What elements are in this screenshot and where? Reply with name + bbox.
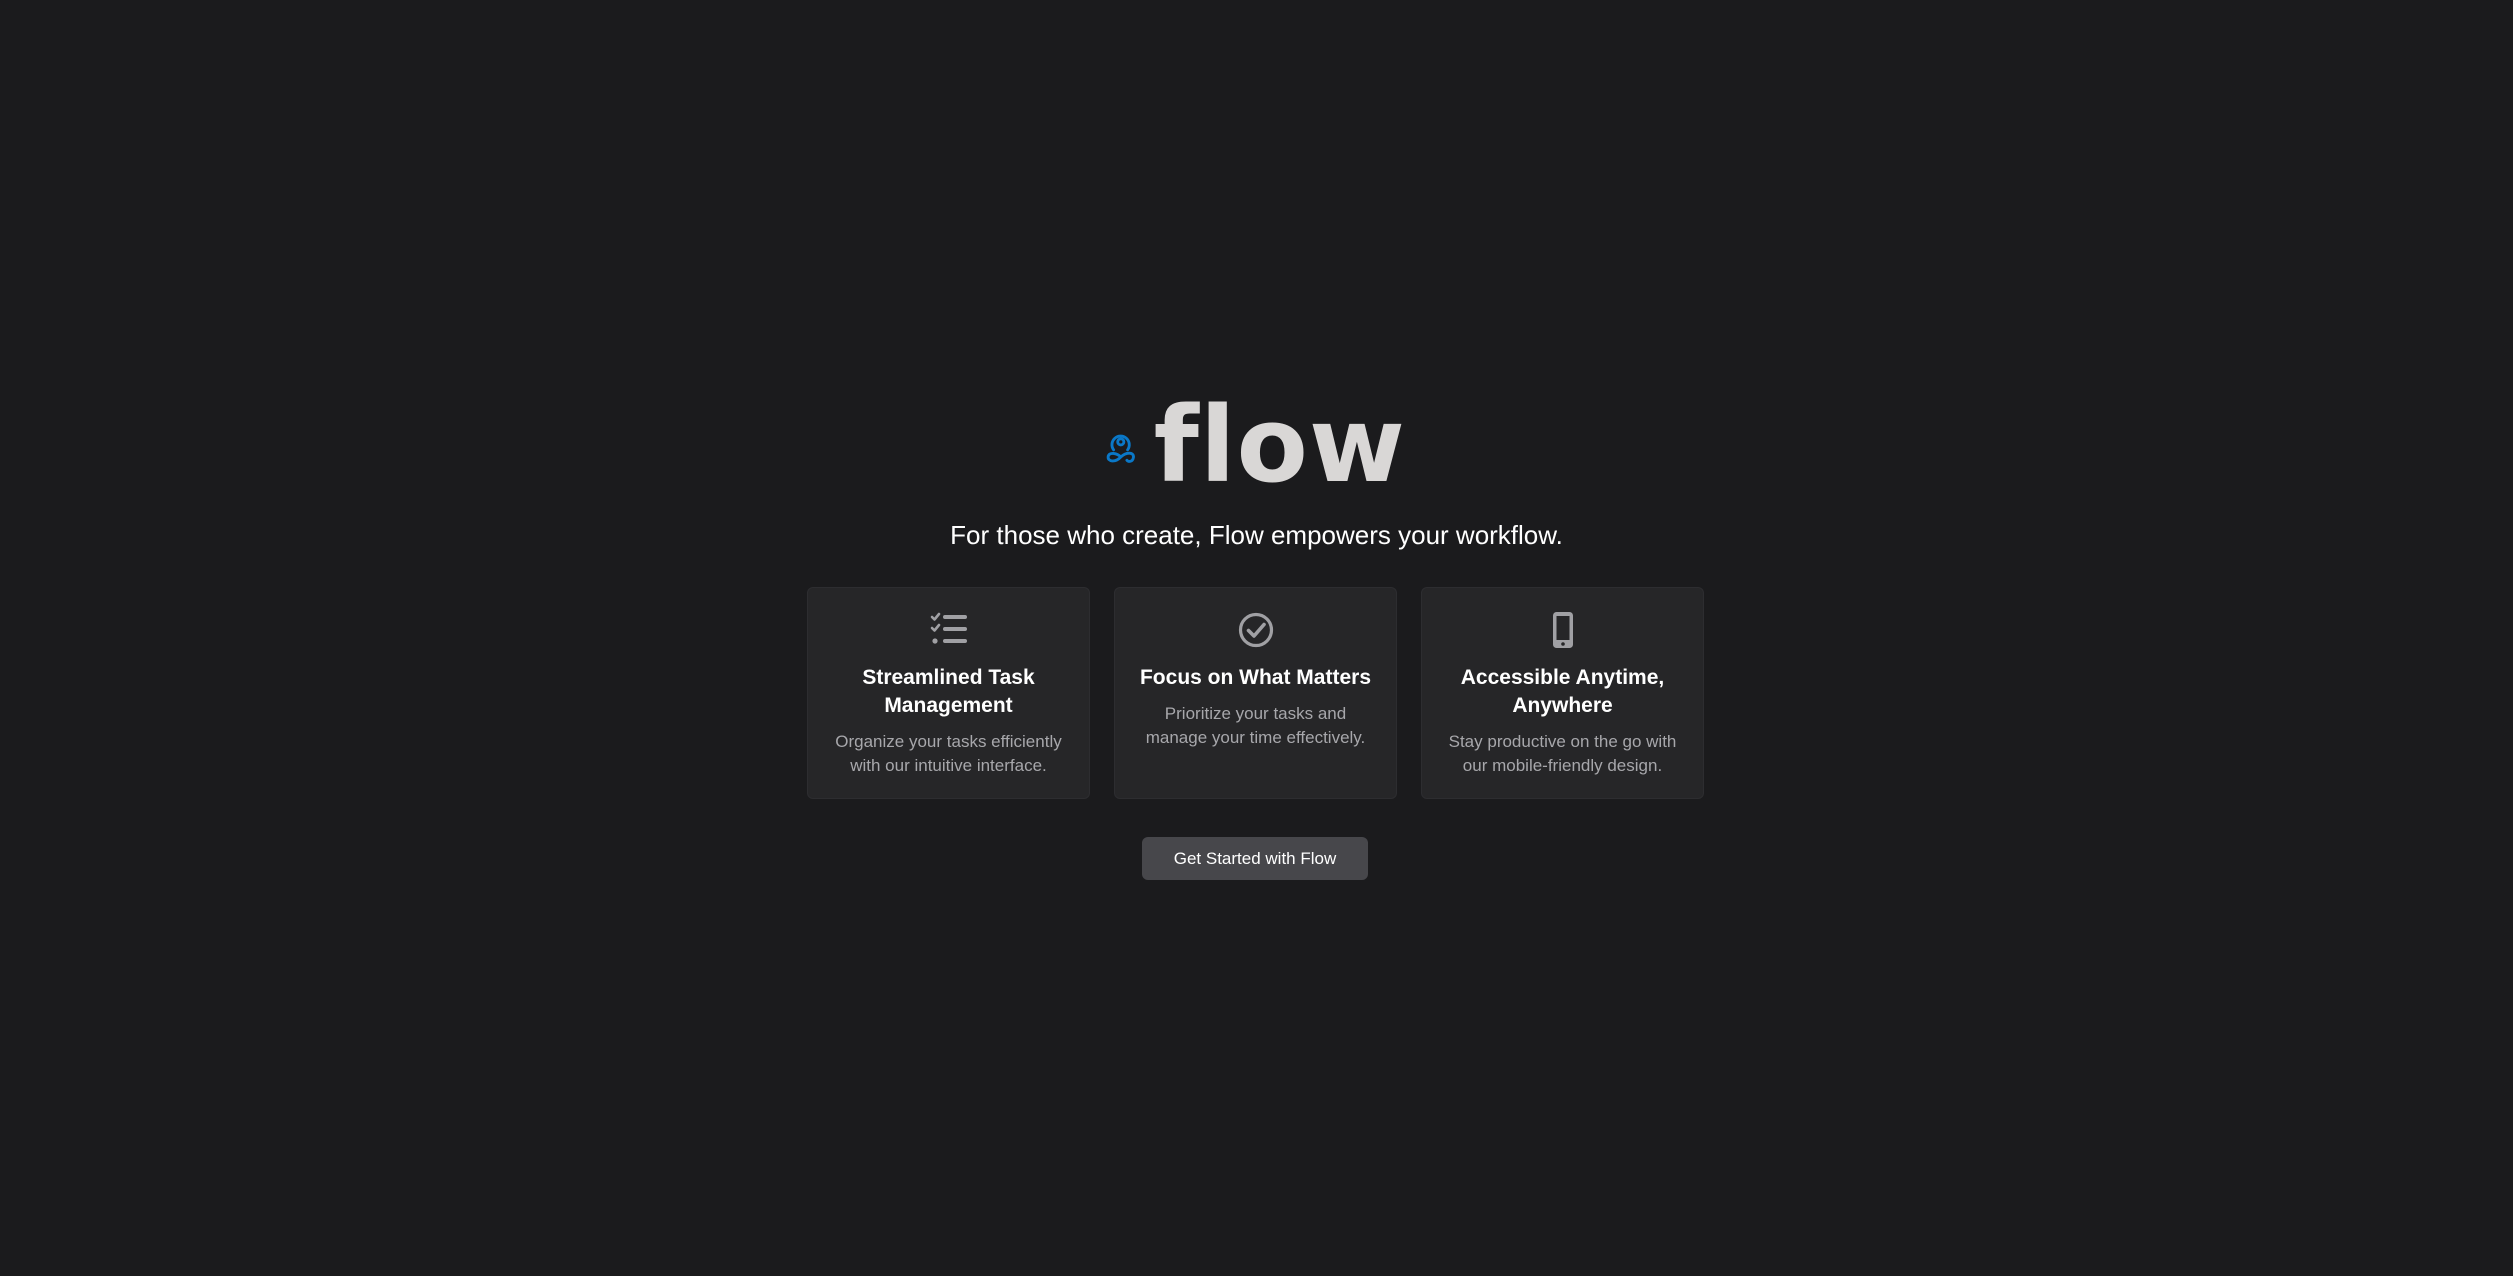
feature-title: Focus on What Matters <box>1139 666 1371 689</box>
task-list-icon <box>930 612 967 644</box>
feature-title: Accessible Anytime, Anywhere <box>1460 666 1665 717</box>
feature-description: Organize your tasks efficiently with our… <box>835 732 1062 775</box>
landing-page: flow For those who create, Flow empowers… <box>0 0 2513 1276</box>
brand-wordmark: flow <box>1153 384 1406 506</box>
get-started-button[interactable]: Get Started with Flow <box>1142 837 1368 880</box>
feature-title: Streamlined Task Management <box>862 666 1035 717</box>
feature-card-accessible: Accessible Anytime, Anywhere Stay produc… <box>1421 587 1704 799</box>
brand-logo: flow <box>1106 384 1406 506</box>
meditation-figure-icon <box>1106 434 1135 463</box>
feature-card-task-management: Streamlined Task Management Organize you… <box>807 587 1090 799</box>
feature-description: Prioritize your tasks and manage your ti… <box>1145 704 1366 747</box>
check-circle-icon <box>1238 612 1273 648</box>
mobile-phone-icon <box>1552 612 1573 648</box>
feature-description: Stay productive on the go with our mobil… <box>1448 732 1677 775</box>
hero-tagline: For those who create, Flow empowers your… <box>950 520 1563 550</box>
feature-card-focus: Focus on What Matters Prioritize your ta… <box>1114 587 1397 799</box>
feature-cards: Streamlined Task Management Organize you… <box>807 587 1704 799</box>
